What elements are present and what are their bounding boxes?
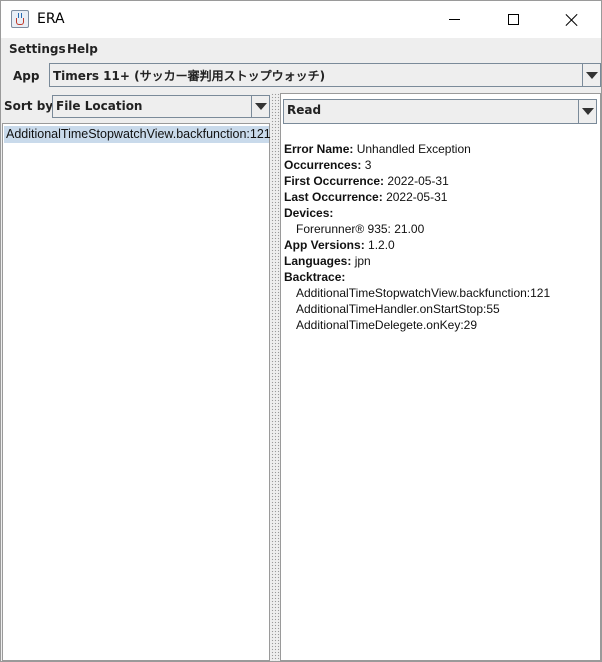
chevron-down-icon [254, 103, 267, 110]
sort-dropdown[interactable]: File Location [52, 95, 270, 118]
close-icon [565, 13, 579, 27]
window-title: ERA [37, 11, 65, 27]
detail-languages: Languages: jpn [284, 254, 371, 268]
maximize-button[interactable] [484, 1, 542, 38]
chevron-down-icon [585, 71, 598, 79]
detail-first-occurrence: First Occurrence: 2022-05-31 [284, 174, 449, 188]
status-dropdown[interactable]: Read [283, 99, 597, 124]
split-pane-divider[interactable] [271, 93, 280, 661]
menu-bar: Settings Help [1, 38, 601, 60]
detail-backtrace-label: Backtrace: [284, 270, 346, 284]
backtrace-line: AdditionalTimeDelegete.onKey:29 [296, 318, 478, 332]
status-dropdown-value: Read [287, 103, 322, 117]
error-details: Error Name: Unhandled Exception Occurren… [284, 141, 596, 333]
status-dropdown-arrow[interactable] [578, 100, 596, 123]
java-cup-icon [11, 10, 29, 28]
backtrace-line: AdditionalTimeHandler.onStartStop:55 [296, 302, 500, 316]
detail-device: Forerunner® 935: 21.00 [296, 222, 425, 236]
app-dropdown-value: Timers 11+ (サッカー審判用ストップウォッチ) [53, 69, 326, 83]
menu-help[interactable]: Help [67, 42, 98, 56]
sort-dropdown-value: File Location [56, 99, 143, 113]
detail-occurrences: Occurrences: 3 [284, 158, 372, 172]
maximize-icon [507, 14, 519, 25]
menu-settings[interactable]: Settings [9, 42, 66, 56]
sort-dropdown-arrow[interactable] [251, 96, 269, 117]
app-dropdown[interactable]: Timers 11+ (サッカー審判用ストップウォッチ) [49, 63, 601, 87]
detail-app-versions: App Versions: 1.2.0 [284, 238, 395, 252]
minimize-icon [448, 19, 460, 20]
title-bar: ERA [1, 1, 601, 38]
app-label: App [13, 69, 40, 83]
app-window: ERA Settings Help App Timers 11+ (サッカー審判… [0, 0, 602, 662]
close-button[interactable] [543, 1, 601, 38]
sort-label: Sort by [4, 99, 54, 113]
detail-devices-label: Devices: [284, 206, 334, 220]
backtrace-line: AdditionalTimeStopwatchView.backfunction… [296, 286, 551, 300]
app-dropdown-arrow[interactable] [582, 64, 600, 86]
chevron-down-icon [581, 108, 594, 115]
detail-last-occurrence: Last Occurrence: 2022-05-31 [284, 190, 448, 204]
list-item[interactable]: AdditionalTimeStopwatchView.backfunction… [4, 126, 271, 143]
error-location-list[interactable]: AdditionalTimeStopwatchView.backfunction… [2, 123, 271, 661]
minimize-button[interactable] [425, 1, 483, 38]
detail-error-name: Error Name: Unhandled Exception [284, 142, 471, 156]
